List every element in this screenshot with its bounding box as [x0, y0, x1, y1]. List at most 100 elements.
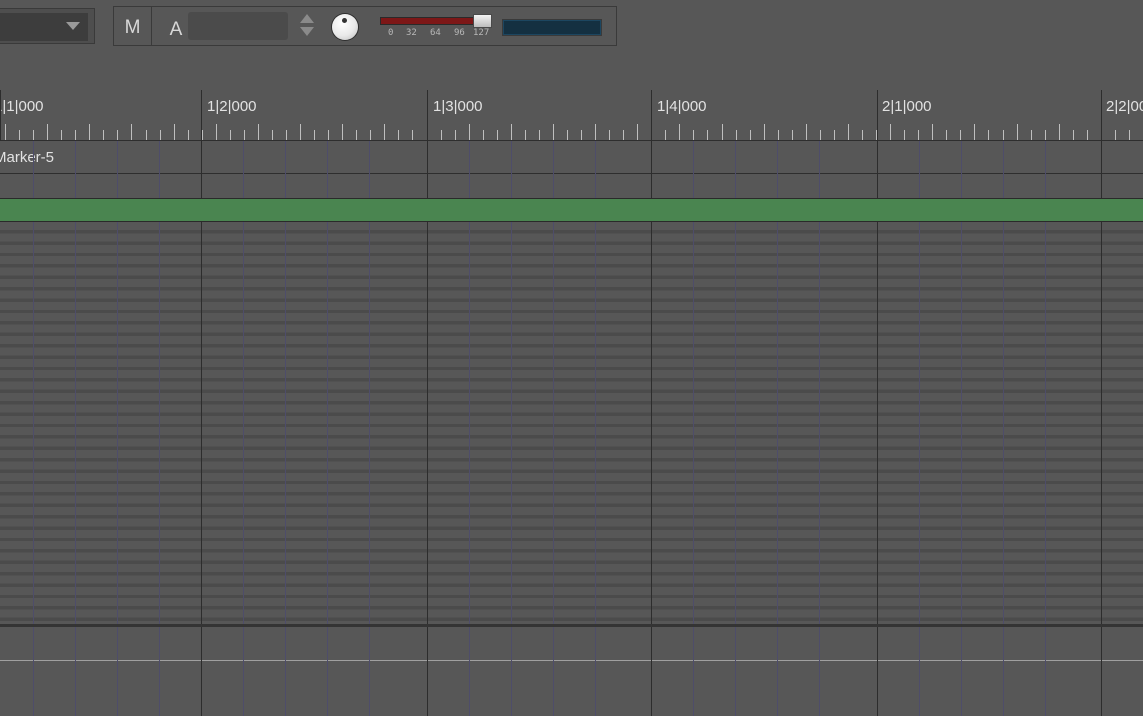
beat-line: [777, 141, 778, 198]
bar-line: [651, 222, 652, 624]
triangle-down-icon[interactable]: [300, 27, 314, 36]
beat-line: [33, 627, 34, 716]
beat-line: [469, 627, 470, 716]
beat-line: [285, 627, 286, 716]
midi-clip[interactable]: [0, 198, 1143, 222]
ruler-tick: [1003, 130, 1004, 140]
beat-line: [117, 141, 118, 198]
beat-line: [819, 141, 820, 198]
bar-line: [877, 141, 878, 198]
ruler-tick: [342, 124, 343, 140]
ruler-tick: [1059, 124, 1060, 140]
ruler-tick: [328, 130, 329, 140]
beat-line: [961, 141, 962, 198]
beat-line: [75, 627, 76, 716]
beat-line: [243, 141, 244, 198]
ruler-tick: [469, 124, 470, 140]
name-field[interactable]: [188, 12, 288, 40]
ruler-label: 1|2|000: [207, 98, 257, 115]
bar-line: [427, 141, 428, 198]
beat-line: [735, 627, 736, 716]
beat-line: [919, 141, 920, 198]
ruler-tick: [286, 130, 287, 140]
triangle-up-icon[interactable]: [300, 14, 314, 23]
bar-line: [201, 141, 202, 198]
track-dropdown[interactable]: [0, 8, 95, 44]
beat-line: [1045, 627, 1046, 716]
beat-line: [735, 222, 736, 624]
bar-line: [201, 90, 202, 141]
beat-line: [327, 141, 328, 198]
ruler-tick: [75, 130, 76, 140]
ruler-label: 2|1|000: [882, 98, 932, 115]
ruler-tick: [174, 124, 175, 140]
toolbar: M A 0 32 64 96 127: [0, 0, 1143, 56]
beat-line: [33, 141, 34, 198]
velocity-scale-label: 64: [430, 28, 441, 38]
ruler-tick: [47, 124, 48, 140]
ruler-tick: [117, 130, 118, 140]
ruler-tick: [609, 130, 610, 140]
beat-line: [919, 222, 920, 624]
ruler-tick: [665, 130, 666, 140]
beat-line: [919, 627, 920, 716]
ruler-tick: [89, 124, 90, 140]
ruler-tick: [483, 130, 484, 140]
beat-line: [243, 222, 244, 624]
track-controls: M A 0 32 64 96 127: [113, 6, 617, 46]
marker-lane[interactable]: Marker-5: [0, 141, 1143, 174]
ruler-tick: [820, 130, 821, 140]
beat-line: [693, 141, 694, 198]
ruler-tick: [946, 130, 947, 140]
ruler-tick: [539, 130, 540, 140]
marker-label[interactable]: Marker-5: [0, 149, 54, 166]
velocity-thumb[interactable]: [473, 14, 492, 28]
ruler-tick: [244, 130, 245, 140]
timeline-ruler[interactable]: 1|1|000 1|2|000 1|3|000 1|4|000 2|1|000 …: [0, 90, 1143, 141]
automation-lane[interactable]: [0, 627, 1143, 716]
beat-line: [117, 222, 118, 624]
bar-line: [1101, 90, 1102, 141]
knob-icon[interactable]: [332, 14, 358, 40]
ruler-tick: [19, 130, 20, 140]
ruler-tick: [1017, 124, 1018, 140]
beat-line: [75, 222, 76, 624]
bar-line: [877, 627, 878, 716]
beat-line: [511, 222, 512, 624]
ruler-tick: [356, 130, 357, 140]
beat-line: [369, 141, 370, 198]
beat-line: [285, 222, 286, 624]
beat-line: [243, 627, 244, 716]
automation-line[interactable]: [0, 660, 1143, 661]
beat-line: [1045, 222, 1046, 624]
ruler-tick: [750, 130, 751, 140]
ruler-tick: [764, 124, 765, 140]
level-meter: [502, 19, 602, 36]
piano-roll-grid[interactable]: [0, 222, 1143, 624]
beat-line: [369, 222, 370, 624]
bar-line: [1101, 627, 1102, 716]
beat-line: [961, 222, 962, 624]
chevron-down-icon[interactable]: [66, 22, 80, 30]
beat-line: [75, 141, 76, 198]
velocity-fill: [380, 17, 482, 25]
automation-button[interactable]: A: [164, 11, 188, 41]
beat-line: [819, 627, 820, 716]
ruler-tick: [441, 130, 442, 140]
ruler-tick: [778, 130, 779, 140]
beat-line: [1003, 627, 1004, 716]
velocity-slider[interactable]: [380, 14, 492, 28]
ruler-tick: [1031, 130, 1032, 140]
bar-line: [201, 627, 202, 716]
ruler-label: 1|3|000: [433, 98, 483, 115]
beat-line: [469, 222, 470, 624]
ruler-tick: [455, 130, 456, 140]
velocity-scale: 0 32 64 96 127: [380, 28, 500, 40]
ruler-tick: [834, 130, 835, 140]
ruler-tick: [202, 130, 203, 140]
ruler-tick: [862, 130, 863, 140]
mute-button[interactable]: M: [114, 7, 152, 45]
ruler-tick: [890, 124, 891, 140]
ruler-tick: [216, 124, 217, 140]
ruler-tick: [1045, 130, 1046, 140]
